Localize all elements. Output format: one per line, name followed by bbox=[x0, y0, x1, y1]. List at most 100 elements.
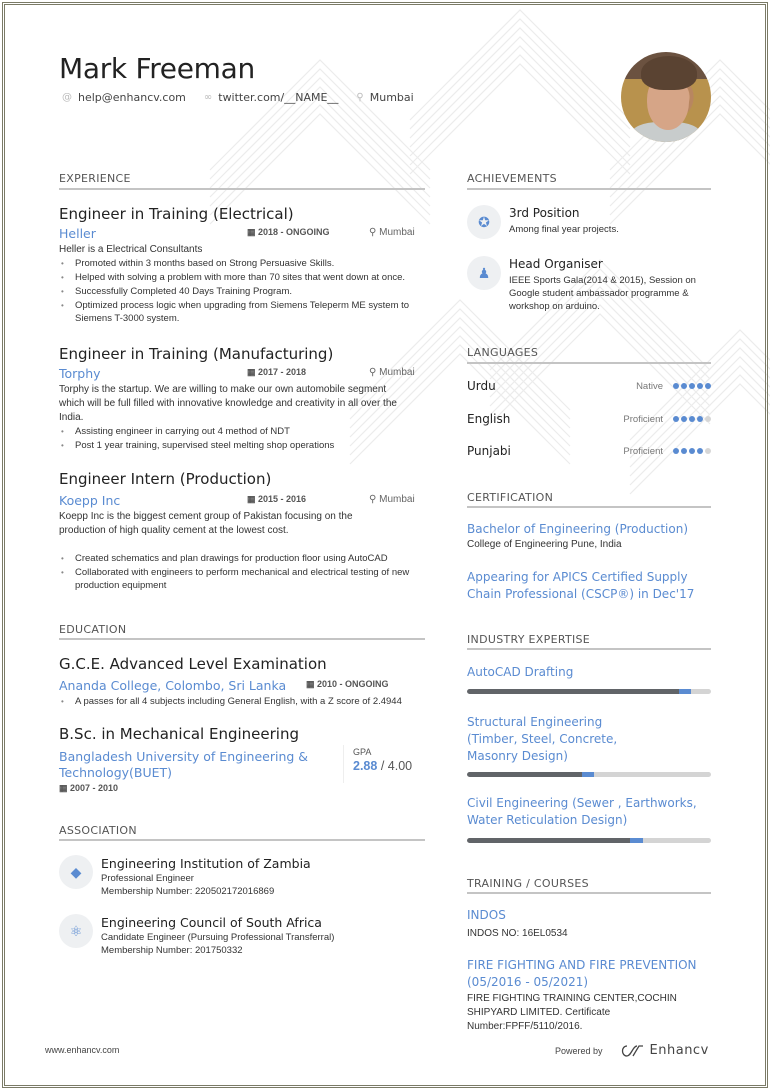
company-description: Torphy is the startup. We are willing to… bbox=[59, 384, 397, 423]
association-membership: Membership Number: 201750332 bbox=[101, 945, 243, 956]
bar-fill bbox=[467, 689, 680, 694]
location-icon: ⚲ bbox=[369, 367, 380, 378]
section-divider bbox=[467, 188, 711, 190]
contact-twitter[interactable]: ∞ twitter.com/__NAME__ bbox=[204, 91, 339, 104]
job-title: Engineer in Training (Electrical) bbox=[59, 205, 294, 223]
bar-highlight bbox=[581, 772, 594, 777]
association-item: Engineering Council of South Africa Cand… bbox=[101, 915, 334, 957]
gpa-value: 2.88 bbox=[353, 759, 378, 773]
association-name: Engineering Institution of Zambia bbox=[101, 856, 311, 871]
rating-dot-filled bbox=[689, 448, 695, 454]
section-divider bbox=[467, 892, 711, 894]
association-name: Engineering Council of South Africa bbox=[101, 915, 322, 930]
training-item: INDOS INDOS NO: 16EL0534 bbox=[467, 907, 711, 941]
language-row: English Proficient bbox=[467, 412, 711, 426]
section-title-languages: LANGUAGES bbox=[467, 346, 539, 359]
section-divider bbox=[59, 839, 425, 841]
section-title-training: TRAINING / COURSES bbox=[467, 877, 589, 890]
resume-page: Mark Freeman @ help@enhancv.com ∞ twitte… bbox=[0, 0, 770, 1090]
bar-fill bbox=[467, 772, 582, 777]
job-bullets: Assisting engineer in carrying out 4 met… bbox=[59, 425, 425, 453]
calendar-icon: ▦ bbox=[306, 679, 318, 689]
company-name: Heller bbox=[59, 226, 96, 241]
achievement-text: IEEE Sports Gala(2014 & 2015), Session o… bbox=[509, 275, 696, 312]
rating-dot-filled bbox=[697, 383, 703, 389]
bullet-item: Optimized process logic when upgrading f… bbox=[59, 299, 425, 325]
section-title-association: ASSOCIATION bbox=[59, 824, 137, 837]
education-date: 2007 - 2010 bbox=[70, 783, 119, 793]
rating-dot-filled bbox=[681, 448, 687, 454]
enhancv-logo[interactable]: Enhancv bbox=[619, 1043, 709, 1058]
job-location: Mumbai bbox=[379, 227, 415, 238]
expertise-name: AutoCAD Drafting bbox=[467, 665, 574, 679]
footer-website[interactable]: www.enhancv.com bbox=[45, 1045, 119, 1055]
section-title-education: EDUCATION bbox=[59, 623, 127, 636]
language-level: Native bbox=[636, 380, 663, 392]
link-icon: ∞ bbox=[203, 92, 213, 103]
candidate-name: Mark Freeman bbox=[59, 52, 255, 85]
company-name: Torphy bbox=[59, 366, 101, 381]
gpa-label: GPA bbox=[353, 747, 372, 757]
job-location: Mumbai bbox=[379, 494, 415, 505]
location-icon: ⚲ bbox=[356, 92, 364, 103]
bullet-item: Collaborated with engineers to perform m… bbox=[59, 566, 425, 592]
rating-dot-filled bbox=[673, 416, 679, 422]
section-title-certification: CERTIFICATION bbox=[467, 491, 554, 504]
school-name: Ananda College, Colombo, Sri Lanka bbox=[59, 678, 287, 693]
education-bullets: A passes for all 4 subjects including Ge… bbox=[59, 695, 425, 709]
rating-dot-empty bbox=[705, 448, 711, 454]
language-rating bbox=[671, 448, 711, 454]
rating-dot-filled bbox=[689, 383, 695, 389]
training-title: FIRE FIGHTING AND FIRE PREVENTION (05/20… bbox=[467, 958, 697, 989]
education-date: 2010 - ONGOING bbox=[317, 679, 389, 689]
achievement-item: 3rd Position Among final year projects. bbox=[509, 206, 714, 237]
footer-powered-by: Powered by Enhancv bbox=[555, 1043, 709, 1058]
expertise-level-bar bbox=[467, 838, 711, 843]
contact-email[interactable]: @ help@enhancv.com bbox=[62, 91, 186, 104]
atom-icon: ⚛ bbox=[59, 914, 93, 948]
rating-dot-filled bbox=[697, 416, 703, 422]
bar-highlight bbox=[679, 689, 692, 694]
section-divider bbox=[467, 362, 711, 364]
language-rating bbox=[671, 383, 711, 389]
rating-dot-filled bbox=[673, 448, 679, 454]
bullet-item: A passes for all 4 subjects including Ge… bbox=[59, 695, 425, 709]
bullet-item: Successfully Completed 40 Days Training … bbox=[59, 285, 425, 299]
achievement-title: 3rd Position bbox=[509, 206, 580, 220]
bullet-item: Helped with solving a problem with more … bbox=[59, 271, 425, 285]
degree-title: G.C.E. Advanced Level Examination bbox=[59, 655, 327, 673]
diamond-icon: ◆ bbox=[59, 855, 93, 889]
bar-fill bbox=[467, 838, 631, 843]
at-icon: @ bbox=[62, 92, 72, 103]
association-membership: Membership Number: 220502172016869 bbox=[101, 886, 275, 897]
job-bullets: Promoted within 3 months based on Strong… bbox=[59, 257, 425, 325]
section-title-experience: EXPERIENCE bbox=[59, 172, 131, 185]
degree-title: B.Sc. in Mechanical Engineering bbox=[59, 725, 299, 743]
achievement-text: Among final year projects. bbox=[509, 224, 619, 235]
powered-by-label: Powered by bbox=[555, 1045, 603, 1056]
enhancv-logo-icon bbox=[621, 1044, 643, 1057]
language-name: English bbox=[467, 412, 511, 426]
language-row: Punjabi Proficient bbox=[467, 444, 711, 458]
association-item: Engineering Institution of Zambia Profes… bbox=[101, 856, 311, 898]
training-item: FIRE FIGHTING AND FIRE PREVENTION (05/20… bbox=[467, 957, 711, 1034]
training-text: INDOS NO: 16EL0534 bbox=[467, 928, 568, 939]
job-title: Engineer in Training (Manufacturing) bbox=[59, 345, 334, 363]
section-divider bbox=[467, 506, 711, 508]
language-rating bbox=[671, 416, 711, 422]
section-divider bbox=[59, 188, 425, 190]
section-divider bbox=[467, 648, 711, 650]
profile-photo bbox=[621, 52, 711, 142]
language-row: Urdu Native bbox=[467, 379, 711, 393]
contact-location: ⚲ Mumbai bbox=[356, 91, 414, 104]
bullet-item: Promoted within 3 months based on Strong… bbox=[59, 257, 425, 271]
expertise-level-bar bbox=[467, 689, 711, 694]
rating-dot-empty bbox=[705, 416, 711, 422]
training-text: FIRE FIGHTING TRAINING CENTER,COCHIN SHI… bbox=[467, 993, 677, 1032]
school-name: Bangladesh University of Engineering & T… bbox=[59, 749, 309, 780]
bar-highlight bbox=[630, 838, 643, 843]
association-role: Candidate Engineer (Pursuing Professiona… bbox=[101, 932, 335, 943]
company-description: Koepp Inc is the biggest cement group of… bbox=[59, 511, 353, 536]
experience-item: Engineer in Training (Manufacturing) Tor… bbox=[59, 345, 425, 453]
job-title: Engineer Intern (Production) bbox=[59, 470, 272, 488]
